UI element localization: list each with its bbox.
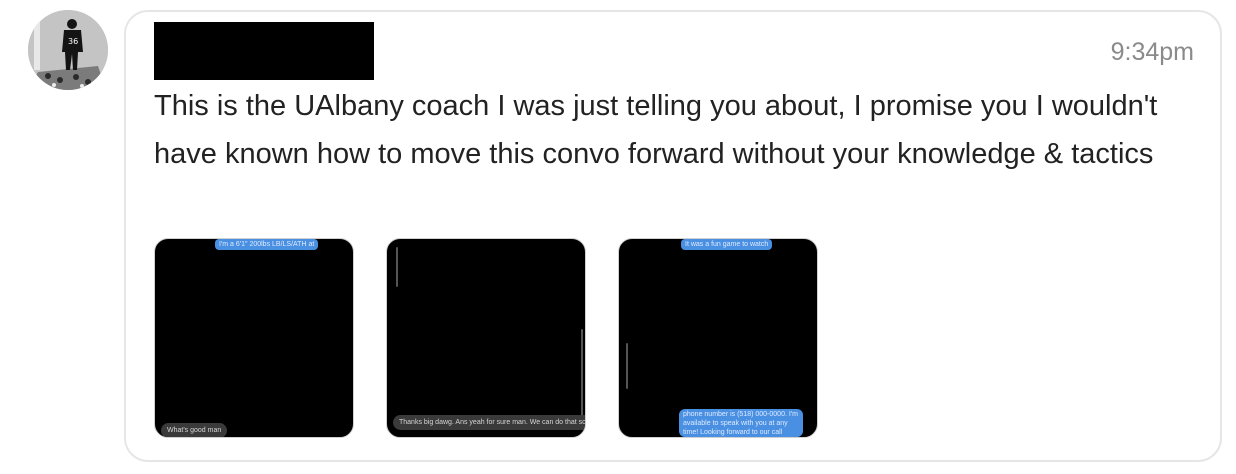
- attachment-3-scroll-indicator: [626, 343, 628, 389]
- attachment-2-scroll-bar: [581, 329, 583, 429]
- avatar-image: 36: [28, 10, 108, 90]
- attachment-2-scroll-indicator: [396, 247, 398, 287]
- attachment-1-top-bubble: I'm a 6'1" 200lbs LB/LS/ATH at: [215, 239, 319, 250]
- attachment-3-bottom-bubble: phone number is (518) 000-0000. I'm avai…: [679, 409, 803, 437]
- message-text: This is the UAlbany coach I was just tel…: [154, 90, 1158, 170]
- attachment-thumbnail-2[interactable]: Thanks big dawg. Ans yeah for sure man. …: [386, 238, 586, 438]
- svg-text:36: 36: [68, 37, 78, 46]
- attachment-thumbnail-1[interactable]: I'm a 6'1" 200lbs LB/LS/ATH at What's go…: [154, 238, 354, 438]
- redacted-sender-name: [154, 22, 374, 80]
- attachment-2-bottom-bubble: Thanks big dawg. Ans yeah for sure man. …: [393, 415, 585, 430]
- attachment-3-top-bubble: It was a fun game to watch: [681, 239, 773, 250]
- attachment-1-bottom-bubble: What's good man: [161, 423, 228, 437]
- avatar[interactable]: 36: [28, 10, 108, 90]
- message-timestamp: 9:34pm: [1110, 38, 1194, 66]
- message-card: 9:34pm This is the UAlbany coach I was j…: [124, 10, 1222, 462]
- attachment-thumbnail-3[interactable]: It was a fun game to watch phone number …: [618, 238, 818, 438]
